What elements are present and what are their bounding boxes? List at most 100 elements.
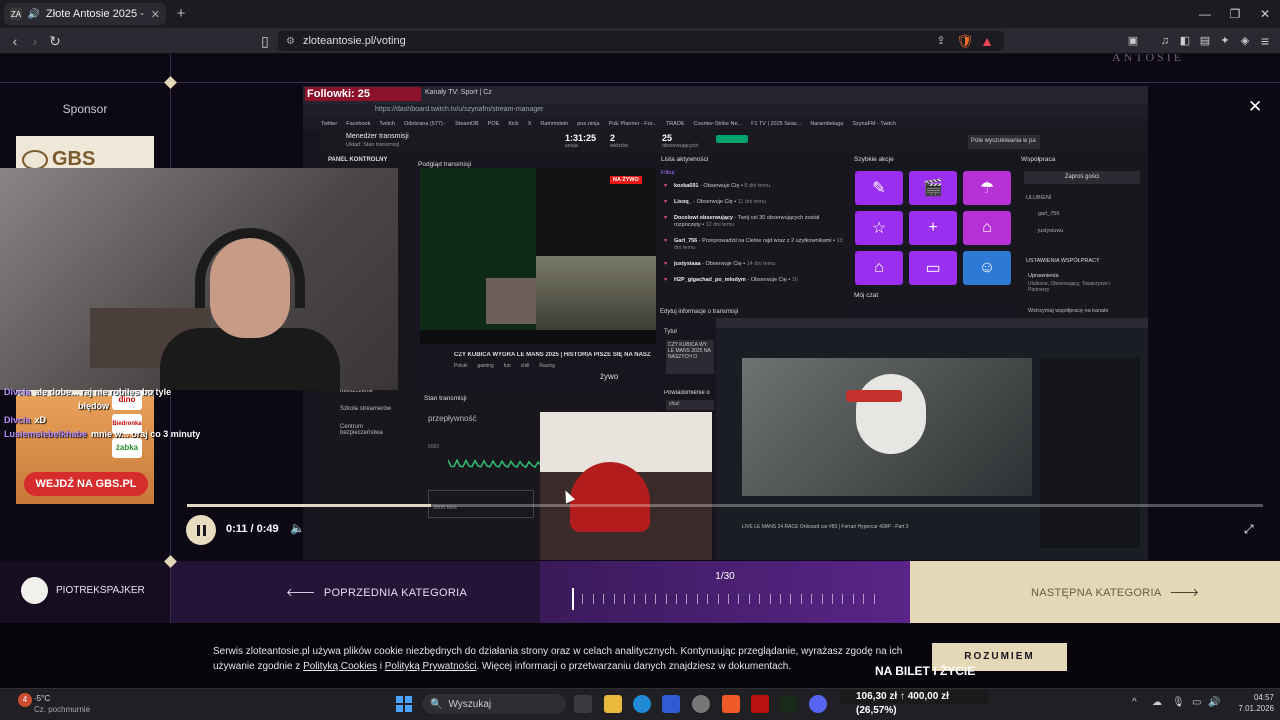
browser-tab[interactable]: ZA 🔊 Złote Antosie 2025 - Największ ✕ (4, 3, 166, 25)
category-tick[interactable] (863, 594, 865, 604)
reload-icon[interactable]: ↻ (46, 32, 64, 50)
preview-controls[interactable] (420, 330, 656, 344)
brave-icon[interactable] (722, 695, 740, 713)
bookmark-item[interactable]: Odebrana (577) - (404, 118, 446, 130)
bookmark-icon[interactable]: ▯ (256, 32, 274, 50)
cookie-policy-link[interactable]: Polityką Cookies (303, 661, 377, 672)
quick-action-button[interactable]: 🎬 (909, 171, 957, 205)
bookmark-item[interactable]: SteamDB (455, 118, 479, 130)
brave-shield-icon[interactable]: 🛡 (956, 32, 974, 50)
close-video-icon[interactable]: ✕ (1248, 98, 1264, 115)
windows-start-icon[interactable] (396, 696, 412, 712)
screenshot-icon[interactable]: ▣ (1124, 32, 1142, 50)
file-explorer-icon[interactable] (604, 695, 622, 713)
bookmark-item[interactable]: Facebook (346, 118, 370, 130)
stream-preview[interactable]: NA ŻYWO (420, 168, 656, 330)
bookmark-item[interactable]: SzynaFM - Twitch (852, 118, 896, 130)
brave-rewards-icon[interactable]: ▲ (978, 32, 996, 50)
coop-pause[interactable]: Wstrzymaj współpracę na kanale (1028, 308, 1108, 314)
bookmark-item[interactable]: Narambelaga (810, 118, 843, 130)
media-icon[interactable]: ♫ (1156, 32, 1174, 50)
quick-action-button[interactable]: ☆ (855, 211, 903, 245)
share-icon[interactable]: ⇪ (932, 32, 950, 50)
stream-tag[interactable]: chill (521, 363, 530, 369)
address-bar[interactable]: ⚙ zloteantosie.pl/voting (278, 31, 1004, 51)
category-tick[interactable] (780, 594, 781, 604)
menu-icon[interactable]: ≡ (1256, 32, 1274, 50)
category-tick[interactable] (644, 594, 646, 604)
category-tick[interactable] (676, 594, 677, 604)
volume-icon[interactable]: 🔈 (290, 521, 306, 537)
bookmark-item[interactable]: Twitter (321, 118, 337, 130)
activity-item[interactable]: ♥ Garl_756 - Przeprowadził na Ciebie rajd… (664, 238, 844, 252)
category-tick[interactable] (852, 594, 854, 604)
category-tick[interactable] (707, 594, 709, 604)
fullscreen-icon[interactable]: ⤢ (1244, 522, 1258, 536)
discord-icon[interactable] (809, 695, 827, 713)
quick-action-button[interactable]: ⌂ (963, 211, 1011, 245)
speaker-icon[interactable]: 🔊 (28, 8, 40, 20)
title-field[interactable]: CZY KUBICA WY LE MANS 2025 NA NASZYCH O (666, 340, 714, 374)
category-tick[interactable] (759, 594, 761, 604)
category-tick[interactable] (717, 594, 719, 604)
dashboard-search[interactable]: Pole wyszukiwania w pa (968, 135, 1040, 149)
category-tick[interactable] (790, 594, 792, 604)
coop-permissions[interactable]: Uprawnienia (1028, 273, 1059, 279)
quick-action-button[interactable]: ✎ (855, 171, 903, 205)
settings-icon[interactable] (692, 695, 710, 713)
activity-item[interactable]: ♥ H2P_gigachad_po_mlodym - Obserwuje Cię … (664, 277, 844, 284)
favorite-user[interactable]: garl_756 (1038, 211, 1059, 217)
bookmark-item[interactable]: Counter-Strike Ne... (693, 118, 742, 130)
category-tick[interactable] (696, 594, 698, 604)
sidebar-item[interactable]: Centrum bezpieczeństwa (340, 424, 386, 436)
bookmark-item[interactable]: Rammstein (540, 118, 568, 130)
quick-action-button[interactable]: + (909, 211, 957, 245)
category-tick[interactable] (769, 594, 771, 604)
quick-action-button[interactable]: ☂ (963, 171, 1011, 205)
clock[interactable]: 04:57 7.01.2026 (1228, 692, 1274, 714)
bookmark-item[interactable]: POE (488, 118, 500, 130)
maximize-icon[interactable]: ❐ (1220, 4, 1250, 24)
category-tick[interactable] (800, 594, 802, 604)
app-icon[interactable] (751, 695, 769, 713)
category-tick[interactable] (592, 594, 594, 604)
activity-item[interactable]: ♥ kozka691 - Obserwuje Cię • 8 dni temu (664, 183, 844, 190)
tray-chevron-icon[interactable]: ^ (1132, 697, 1137, 708)
weather-widget[interactable]: 4 -5°C Cz. pochmurnie (8, 692, 118, 718)
favorite-user[interactable]: justysiuwu (1038, 228, 1063, 234)
user-name[interactable]: PIOTREKSPAJKER (56, 585, 145, 596)
window-close-icon[interactable]: ✕ (1250, 4, 1280, 24)
activity-item[interactable]: ♥ Docelowi obserwujący - Twój cel 30 obse… (664, 215, 844, 229)
bookmark-item[interactable]: poe.ninja (577, 118, 599, 130)
category-tick[interactable] (634, 594, 636, 604)
stream-tag[interactable]: Racing (539, 363, 555, 369)
minimize-icon[interactable]: — (1190, 4, 1220, 24)
activity-item[interactable]: ♥ justysiaaa - Obserwuje Cię • 14 dni tem… (664, 261, 844, 268)
category-tick[interactable] (873, 594, 875, 604)
wallet-icon[interactable]: ▤ (1196, 32, 1214, 50)
terminal-icon[interactable] (780, 695, 798, 713)
forward-icon[interactable]: › (26, 32, 44, 50)
category-tick-active[interactable] (572, 588, 574, 610)
leo-ai-icon[interactable]: ✦ (1216, 32, 1234, 50)
site-info-icon[interactable]: ⚙ (286, 36, 295, 47)
bookmark-item[interactable]: TRADE (666, 118, 685, 130)
notification-field[interactable]: chuć (666, 400, 714, 410)
sidebar-icon[interactable]: ◧ (1176, 32, 1194, 50)
back-icon[interactable]: ‹ (6, 32, 24, 50)
category-tick[interactable] (728, 594, 729, 604)
category-tick[interactable] (738, 594, 740, 604)
category-tick[interactable] (811, 594, 813, 604)
category-tick[interactable] (686, 594, 688, 604)
edge-icon[interactable] (633, 695, 651, 713)
quick-action-button[interactable]: ⌂ (855, 251, 903, 285)
stream-tag[interactable]: gaming (477, 363, 493, 369)
invite-guests-button[interactable]: Zaproś gości (1024, 171, 1140, 184)
edit-stream-info[interactable]: Edytuj informacje o transmisji (660, 309, 738, 315)
avatar[interactable] (21, 577, 48, 604)
ad-cta-button[interactable]: WEJDŹ NA GBS.PL (24, 472, 148, 496)
category-tick[interactable] (624, 594, 625, 604)
category-tick[interactable] (655, 594, 657, 604)
pause-button[interactable] (186, 515, 216, 545)
store-icon[interactable] (662, 695, 680, 713)
